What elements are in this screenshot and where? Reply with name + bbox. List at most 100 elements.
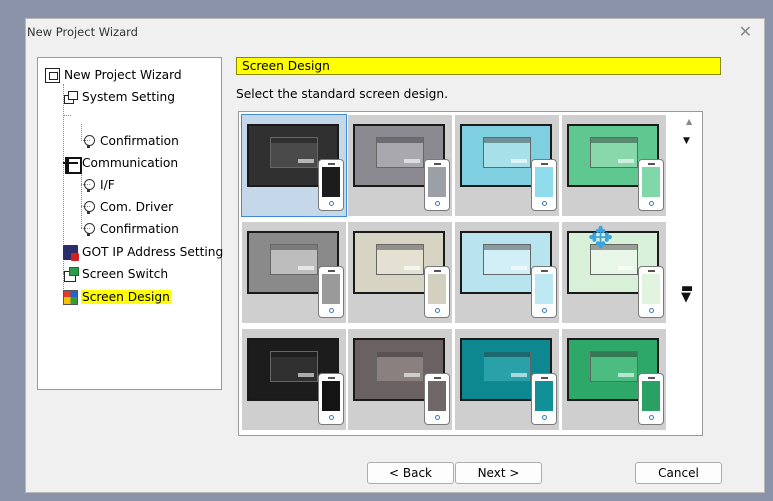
phone-screen-preview [642,167,660,197]
phone-screen-preview [535,381,553,411]
smartphone-icon [531,266,557,318]
tree-item-confirmation-1[interactable]: Confirmation [81,132,180,150]
phone-speaker [434,270,441,272]
bulb-icon [81,200,96,215]
phone-home-button [435,308,440,313]
close-icon[interactable]: ✕ [739,22,752,41]
phone-home-button [542,308,547,313]
screen-switch-icon [63,266,79,282]
phone-screen-preview [322,274,340,304]
screen-design-option[interactable] [348,222,452,323]
phone-speaker [328,377,335,379]
design-dialog-preview [376,244,424,275]
design-dialog-preview [270,244,318,275]
design-dialog-preview [376,137,424,168]
scroll-up-arrow-icon[interactable]: ▲ [686,117,692,126]
tree-item-confirmation-2[interactable]: Confirmation [81,220,180,238]
phone-screen-preview [535,274,553,304]
got-network-icon [63,244,79,261]
bulb-icon [81,134,96,149]
tree-item-screen-design[interactable]: Screen Design [63,288,171,306]
tree-item-label: I/F [100,178,115,192]
back-button[interactable]: < Back [367,462,454,484]
wizard-window: New Project Wizard ✕ New Project Wizard … [25,18,765,493]
wizard-icon [45,67,60,83]
smartphone-icon [318,266,344,318]
tree-item-communication[interactable]: Communication [63,154,179,174]
phone-speaker [434,377,441,379]
phone-home-button [649,308,654,313]
phone-home-button [542,415,547,420]
smartphone-icon [531,159,557,211]
smartphone-icon [318,159,344,211]
smartphone-icon [531,373,557,425]
cancel-button[interactable]: Cancel [635,462,722,484]
tree-item-label: Com. Driver [100,200,174,214]
system-setting-icon [63,90,78,105]
screen-design-option[interactable] [242,329,346,430]
bulb-icon [81,178,96,193]
design-dialog-preview [483,351,531,382]
scroll-thumb-icon[interactable]: ▬ ▼ [681,282,693,304]
smartphone-icon [318,373,344,425]
tree-item-label: Screen Switch [82,267,169,281]
phone-screen-preview [428,167,446,197]
design-dialog-preview [590,351,638,382]
smartphone-icon [424,266,450,318]
phone-home-button [649,201,654,206]
smartphone-icon [638,373,664,425]
communication-icon [63,156,82,174]
screen-design-option[interactable] [562,329,666,430]
phone-home-button [329,201,334,206]
wizard-step-tree: New Project Wizard System Setting Confir… [37,57,224,390]
screen-design-grid: ✥ [238,111,703,436]
tree-item-screen-switch[interactable]: Screen Switch [63,265,169,283]
screen-design-option[interactable] [348,115,452,216]
phone-home-button [649,415,654,420]
screen-design-option[interactable] [348,329,452,430]
tree-item-label: Confirmation [100,222,179,236]
tree-item-label: Confirmation [100,134,179,148]
screen-design-option[interactable] [241,114,347,217]
tree-item-root[interactable]: New Project Wizard [45,66,183,84]
phone-screen-preview [322,167,340,197]
tree-item-if[interactable]: I/F [81,176,116,194]
smartphone-icon [638,266,664,318]
phone-home-button [435,415,440,420]
phone-screen-preview [322,381,340,411]
screen-design-option[interactable] [242,222,346,323]
title-bar: New Project Wizard ✕ [26,19,764,47]
page-title: Screen Design [236,57,721,75]
design-dialog-preview [483,244,531,275]
phone-screen-preview [642,274,660,304]
phone-speaker [328,270,335,272]
smartphone-icon [424,373,450,425]
phone-speaker [434,163,441,165]
tree-connector [63,115,71,116]
design-dialog-preview [590,137,638,168]
phone-speaker [648,163,655,165]
tree-item-system-setting[interactable]: System Setting [63,88,176,106]
tree-item-got-ip-address[interactable]: GOT IP Address Setting [63,243,224,261]
tree-item-com-driver[interactable]: Com. Driver [81,198,174,216]
tree-item-label: System Setting [82,90,175,104]
scroll-down-arrow-icon[interactable]: ▼ [683,136,690,146]
screen-design-option[interactable] [562,115,666,216]
instruction-text: Select the standard screen design. [236,87,448,101]
phone-speaker [648,377,655,379]
screen-design-option[interactable]: ✥ [562,222,666,323]
screen-design-option[interactable] [455,115,559,216]
next-button[interactable]: Next > [455,462,542,484]
phone-screen-preview [428,274,446,304]
phone-home-button [435,201,440,206]
phone-screen-preview [642,381,660,411]
phone-speaker [648,270,655,272]
window-title: New Project Wizard [27,25,138,39]
smartphone-icon [638,159,664,211]
phone-speaker [328,163,335,165]
phone-speaker [541,163,548,165]
phone-home-button [329,415,334,420]
phone-speaker [541,270,548,272]
screen-design-option[interactable] [455,222,559,323]
screen-design-option[interactable] [455,329,559,430]
